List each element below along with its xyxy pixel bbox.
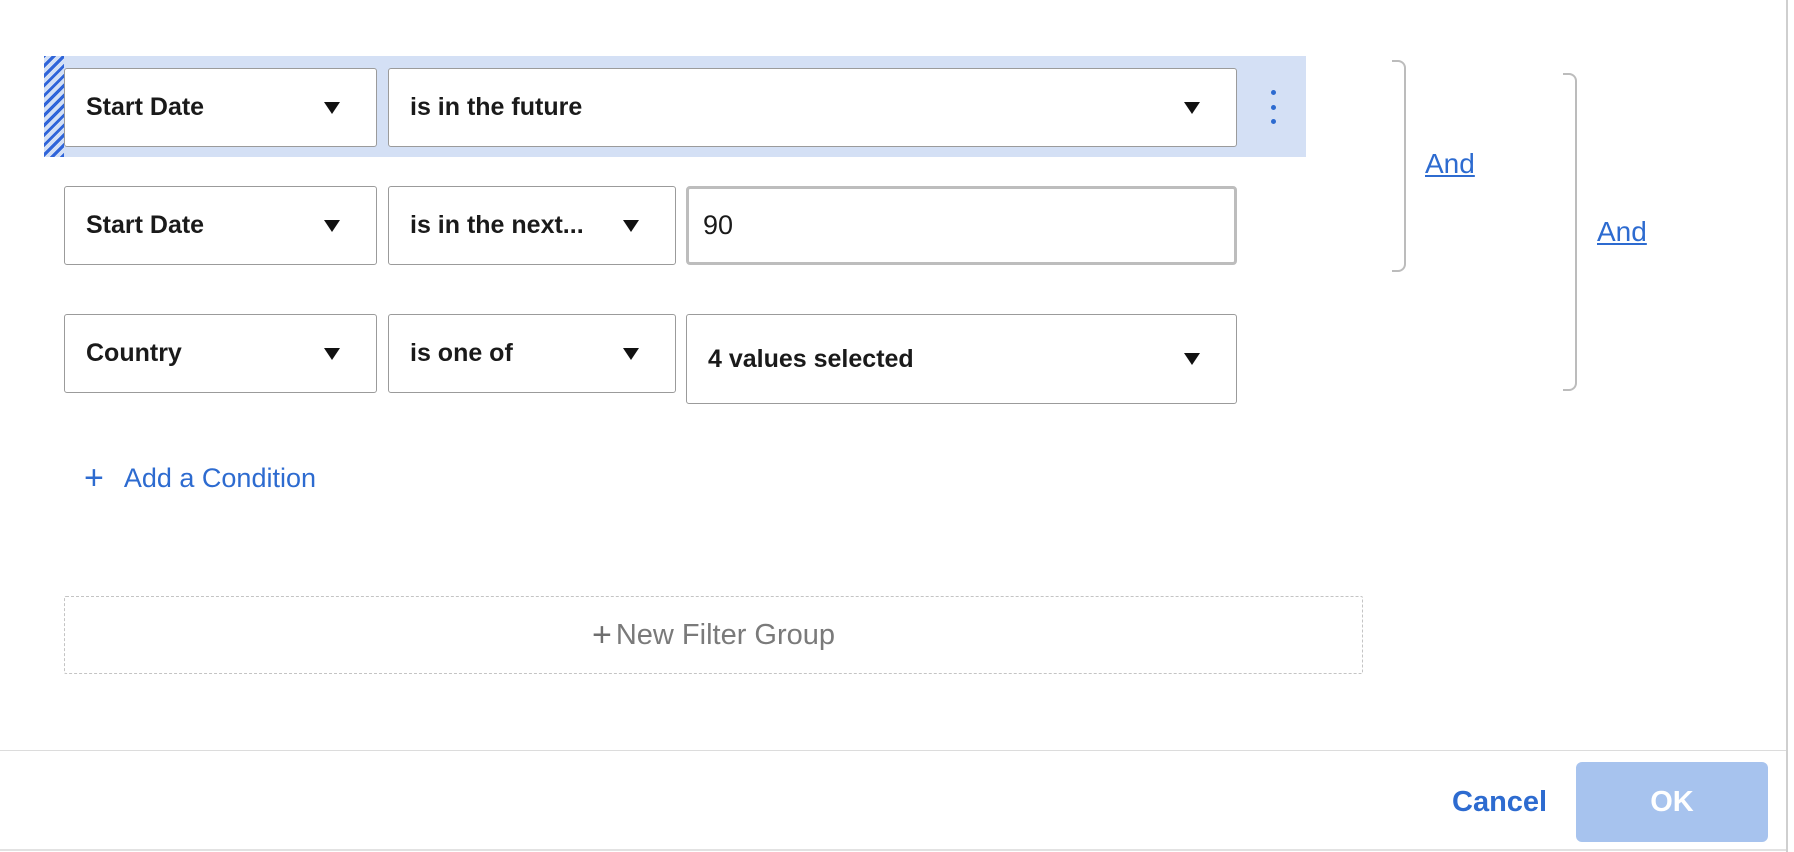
chevron-down-icon: [324, 219, 340, 232]
outer-group-bracket: [1563, 73, 1577, 391]
condition-1-field-label: Start Date: [86, 93, 205, 121]
chevron-down-icon: [324, 101, 340, 114]
condition-3-operator-label: is one of: [410, 339, 513, 367]
condition-2-field-dropdown[interactable]: Start Date: [64, 186, 377, 265]
chevron-down-icon: [1184, 353, 1200, 365]
dialog-right-edge: [1786, 0, 1788, 852]
condition-3-field-label: Country: [86, 339, 182, 367]
inner-group-bracket: [1392, 60, 1406, 272]
more-vertical-icon[interactable]: [1264, 90, 1282, 124]
plus-icon: +: [84, 459, 104, 497]
ok-button[interactable]: OK: [1576, 762, 1768, 842]
new-filter-group-button[interactable]: + New Filter Group: [64, 596, 1363, 674]
add-condition-button[interactable]: + Add a Condition: [84, 458, 316, 498]
condition-1-operator-dropdown[interactable]: is in the future: [388, 68, 1237, 147]
chevron-down-icon: [623, 219, 639, 232]
condition-3-operator-dropdown[interactable]: is one of: [388, 314, 676, 393]
footer-divider: [0, 750, 1786, 751]
outer-logic-toggle[interactable]: And: [1597, 216, 1647, 248]
filter-dialog: Start Date is in the future Start Date i…: [0, 0, 1794, 852]
condition-3-value-label: 4 values selected: [708, 344, 914, 373]
condition-3-field-dropdown[interactable]: Country: [64, 314, 377, 393]
condition-2-operator-label: is in the next...: [410, 211, 584, 239]
chevron-down-icon: [623, 347, 639, 360]
dialog-bottom-edge: [0, 849, 1786, 851]
plus-icon: +: [591, 616, 612, 654]
condition-2-operator-dropdown[interactable]: is in the next...: [388, 186, 676, 265]
cancel-button[interactable]: Cancel: [1440, 780, 1559, 824]
new-filter-group-label: New Filter Group: [615, 618, 836, 651]
condition-2-value-input[interactable]: [686, 186, 1237, 265]
chevron-down-icon: [1184, 101, 1200, 114]
drag-handle[interactable]: [44, 56, 64, 157]
condition-1-operator-label: is in the future: [410, 93, 583, 121]
inner-logic-toggle[interactable]: And: [1425, 148, 1475, 180]
condition-3-value-dropdown[interactable]: 4 values selected: [686, 314, 1237, 404]
add-condition-label: Add a Condition: [123, 462, 316, 493]
condition-2-field-label: Start Date: [86, 211, 205, 239]
chevron-down-icon: [324, 347, 340, 360]
condition-1-field-dropdown[interactable]: Start Date: [64, 68, 377, 147]
